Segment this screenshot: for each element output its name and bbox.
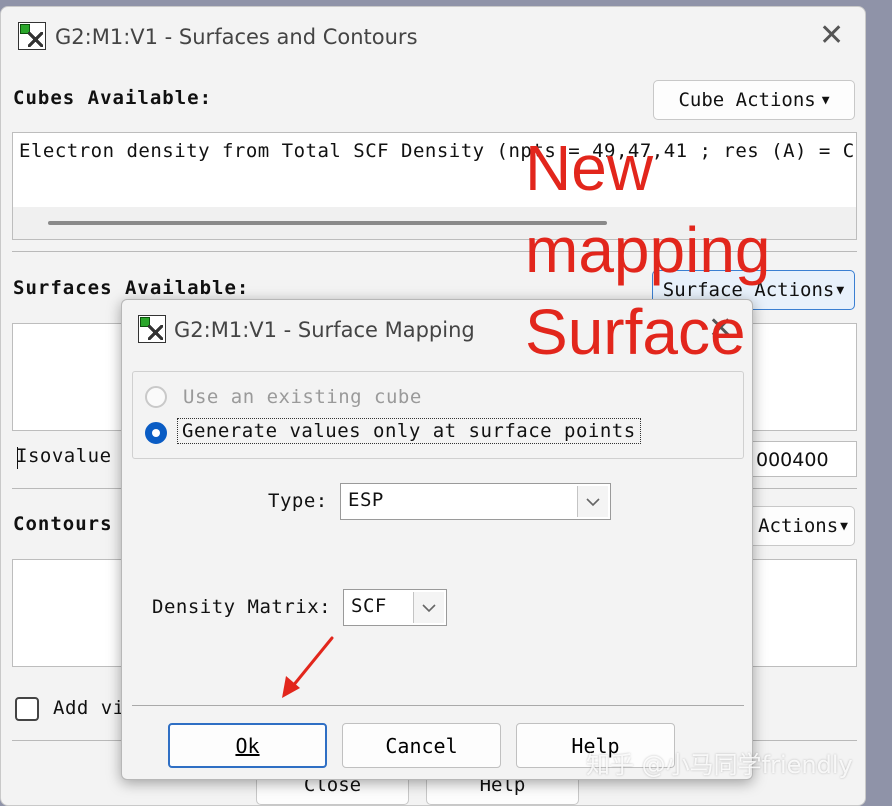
annotation-line-1: New bbox=[525, 132, 654, 204]
isovalue-label: Isovalue bbox=[16, 445, 112, 467]
close-icon[interactable]: ✕ bbox=[819, 21, 844, 51]
type-label: Type: bbox=[268, 490, 328, 512]
type-select-chevron[interactable] bbox=[577, 486, 608, 517]
cube-entry-text: Electron density from Total SCF Density … bbox=[19, 140, 855, 162]
ok-button-label: Ok bbox=[235, 733, 260, 758]
isovalue-field[interactable]: 000400 bbox=[745, 441, 857, 477]
dialog-title: G2:M1:V1 - Surface Mapping bbox=[174, 318, 475, 342]
cancel-button-label: Cancel bbox=[385, 733, 458, 758]
gaussview-app-icon bbox=[138, 315, 166, 343]
chevron-down-icon bbox=[422, 603, 436, 612]
dropdown-arrow-icon: ▼ bbox=[821, 92, 830, 108]
contour-actions-label: Actions bbox=[758, 515, 839, 537]
cubes-available-label: Cubes Available: bbox=[13, 87, 213, 109]
annotation-line-3: Surface bbox=[525, 296, 746, 368]
generate-values-radio[interactable] bbox=[145, 422, 167, 444]
generate-values-label[interactable]: Generate values only at surface points bbox=[177, 418, 641, 444]
annotation-arrow bbox=[282, 636, 334, 698]
add-checkbox-label: Add vi bbox=[53, 697, 125, 719]
source-option-group bbox=[132, 371, 744, 459]
ok-button[interactable]: Ok bbox=[168, 723, 327, 768]
contour-actions-button[interactable]: Actions ▼ bbox=[745, 506, 855, 546]
isovalue-value: 000400 bbox=[756, 449, 829, 471]
cube-actions-label: Cube Actions bbox=[678, 89, 816, 111]
density-select-chevron[interactable] bbox=[413, 592, 444, 623]
window-title: G2:M1:V1 - Surfaces and Contours bbox=[55, 25, 418, 49]
text-cursor bbox=[17, 447, 18, 469]
cancel-button[interactable]: Cancel bbox=[342, 723, 501, 768]
density-matrix-select[interactable]: SCF bbox=[343, 589, 447, 626]
type-select-value: ESP bbox=[348, 489, 384, 511]
existing-cube-label[interactable]: Use an existing cube bbox=[183, 386, 422, 408]
horizontal-scrollbar-thumb[interactable] bbox=[48, 221, 607, 225]
existing-cube-radio[interactable] bbox=[145, 386, 167, 408]
dropdown-arrow-icon: ▼ bbox=[836, 282, 845, 298]
type-select[interactable]: ESP bbox=[340, 483, 611, 520]
watermark: 知乎 @小马同学friendly bbox=[586, 751, 853, 779]
surface-mapping-dialog: G2:M1:V1 - Surface Mapping ✕ Use an exis… bbox=[121, 299, 753, 780]
density-matrix-label: Density Matrix: bbox=[152, 596, 332, 618]
dropdown-arrow-icon: ▼ bbox=[840, 518, 848, 534]
gaussview-app-icon bbox=[18, 22, 46, 50]
cube-actions-button[interactable]: Cube Actions ▼ bbox=[653, 80, 855, 120]
divider bbox=[132, 705, 744, 706]
contours-label: Contours bbox=[13, 513, 113, 535]
chevron-down-icon bbox=[586, 497, 600, 506]
list-item[interactable]: Electron density from Total SCF Density … bbox=[13, 133, 856, 167]
density-matrix-value: SCF bbox=[351, 595, 387, 617]
surfaces-available-label: Surfaces Available: bbox=[13, 277, 250, 299]
add-checkbox[interactable] bbox=[15, 697, 39, 721]
annotation-line-2: mapping bbox=[525, 214, 771, 286]
